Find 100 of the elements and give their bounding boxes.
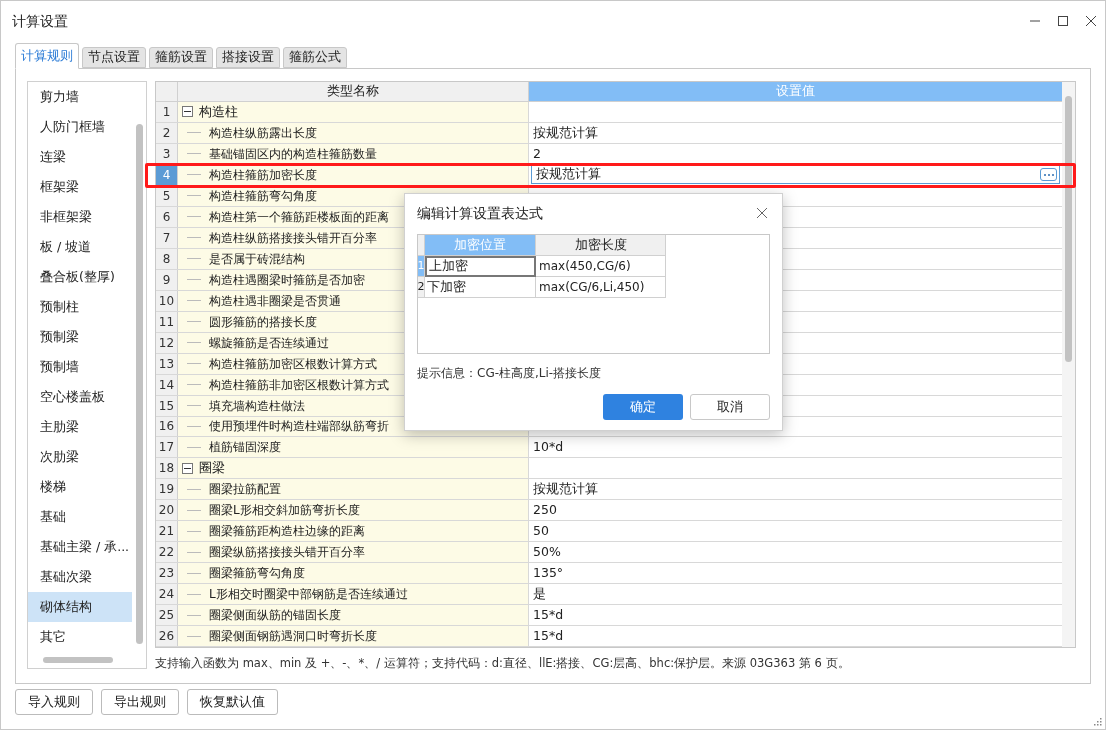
row-number: 20 [156, 500, 178, 521]
table-cell[interactable]: 上加密 [425, 256, 536, 277]
setting-name: 圈梁侧面钢筋遇洞口时弯折长度 [209, 628, 377, 646]
tab[interactable]: 搭接设置 [216, 47, 280, 68]
setting-value: 2 [532, 144, 541, 163]
sidebar-item[interactable]: 基础次梁 [28, 562, 132, 592]
setting-name: 圈梁L形相交斜加筋弯折长度 [209, 502, 360, 520]
tab[interactable]: 计算规则 [15, 43, 79, 69]
row-number: 3 [156, 143, 178, 164]
sidebar-item[interactable]: 其它 [28, 622, 132, 652]
table-cell[interactable]: 下加密 [425, 277, 536, 298]
setting-value: 按规范计算 [532, 480, 598, 498]
setting-value: 是 [532, 584, 546, 603]
collapse-icon[interactable] [182, 462, 193, 474]
action-button[interactable]: 导出规则 [101, 689, 179, 715]
sidebar-item[interactable]: 板 / 坡道 [28, 232, 132, 262]
tree-line [187, 635, 201, 637]
sidebar-item[interactable]: 连梁 [28, 142, 132, 172]
sidebar-item[interactable]: 基础 [28, 502, 132, 532]
tree-line [187, 216, 201, 218]
row-number: 1 [418, 256, 425, 277]
row-number: 13 [156, 353, 178, 374]
setting-name: 构造柱箍筋非加密区根数计算方式 [209, 376, 389, 394]
value-field[interactable]: 按规范计算 [531, 165, 1060, 185]
setting-value: 15*d [532, 626, 564, 645]
setting-name: 使用预埋件时构造柱端部纵筋弯折 [209, 418, 389, 436]
sidebar-item[interactable]: 空心楼盖板 [28, 382, 132, 412]
setting-name: 构造柱箍筋加密区根数计算方式 [209, 355, 377, 373]
sidebar-item[interactable]: 框架梁 [28, 172, 132, 202]
sidebar-item[interactable]: 主肋梁 [28, 412, 132, 442]
tree-line [187, 384, 201, 386]
setting-value: 250 [532, 501, 557, 519]
scrollbar[interactable] [43, 657, 113, 663]
setting-value: 10*d [532, 438, 564, 457]
setting-name: 构造柱纵筋露出长度 [209, 124, 317, 142]
dialog-button[interactable]: 确定 [603, 394, 683, 420]
maximize-icon[interactable] [1057, 15, 1069, 27]
tree-line [187, 593, 201, 595]
row-number: 2 [418, 277, 425, 298]
tree-line [187, 363, 201, 365]
tree-line [187, 530, 201, 532]
sidebar-item[interactable]: 预制墙 [28, 352, 132, 382]
setting-name: L形相交时圈梁中部钢筋是否连续通过 [209, 586, 408, 604]
setting-name: 植筋锚固深度 [209, 439, 281, 457]
setting-name: 螺旋箍筋是否连续通过 [209, 334, 329, 352]
setting-name: 构造柱第一个箍筋距楼板面的距离 [209, 208, 389, 226]
setting-name: 圈梁侧面纵筋的锚固长度 [209, 607, 341, 625]
sidebar-item[interactable]: 叠合板(整厚) [28, 262, 132, 292]
scrollbar[interactable] [136, 124, 143, 644]
more-icon[interactable] [1040, 168, 1057, 182]
setting-value: 15*d [532, 605, 564, 624]
sidebar-item[interactable]: 砌体结构 [28, 592, 132, 622]
setting-name: 基础锚固区内的构造柱箍筋数量 [209, 145, 377, 163]
group-name: 圈梁 [199, 459, 225, 478]
sidebar-item[interactable]: 剪力墙 [28, 82, 132, 112]
setting-value: 按规范计算 [532, 123, 598, 142]
scrollbar[interactable] [1065, 96, 1072, 362]
row-number: 22 [156, 542, 178, 563]
setting-value: 50% [532, 542, 561, 561]
close-icon[interactable] [756, 207, 768, 219]
window-title: 计算设置 [12, 11, 69, 31]
row-number: 19 [156, 479, 178, 500]
row-number: 2 [156, 122, 178, 143]
sidebar-item[interactable]: 楼梯 [28, 472, 132, 502]
sidebar-item[interactable]: 预制梁 [28, 322, 132, 352]
tab[interactable]: 箍筋公式 [283, 47, 347, 68]
tree-line [187, 509, 201, 511]
help-note: 支持输入函数为 max、min 及 +、-、*、/ 运算符；支持代码：d:直径、llE:搭接、CG:层高、bhc:保护层。来源 03G363 第 6 页。 [155, 655, 851, 672]
hint-text: 提示信息：CG-柱高度,Li-搭接长度 [417, 365, 603, 382]
setting-name: 圈梁箍筋距构造柱边缘的距离 [209, 523, 365, 541]
column-header[interactable]: 加密长度 [536, 235, 666, 256]
resize-grip-icon[interactable] [1093, 717, 1102, 726]
tab[interactable]: 节点设置 [82, 47, 146, 68]
setting-value: 50 [532, 521, 549, 540]
dialog-button[interactable]: 取消 [690, 394, 770, 420]
dialog-title: 编辑计算设置表达式 [417, 203, 544, 223]
tree-line [187, 342, 201, 344]
action-button[interactable]: 恢复默认值 [187, 689, 278, 715]
row-number: 6 [156, 206, 178, 227]
sidebar-item[interactable]: 基础主梁 / 承... [28, 532, 132, 562]
collapse-icon[interactable] [182, 106, 193, 118]
sidebar-item[interactable]: 预制柱 [28, 292, 132, 322]
action-button[interactable]: 导入规则 [15, 689, 93, 715]
row-number: 4 [156, 164, 178, 185]
tree-line [187, 488, 201, 490]
tree-line [187, 153, 201, 155]
setting-name: 构造柱箍筋加密长度 [209, 166, 317, 184]
sidebar-item[interactable]: 次肋梁 [28, 442, 132, 472]
row-number: 25 [156, 605, 178, 626]
setting-name: 构造柱遇非圈梁是否贯通 [209, 292, 341, 310]
tree-line [187, 258, 201, 260]
tree-line [187, 572, 201, 574]
table-cell[interactable]: max(450,CG/6) [536, 256, 666, 277]
sidebar-item[interactable]: 非框架梁 [28, 202, 132, 232]
close-icon[interactable] [1085, 15, 1097, 27]
tab[interactable]: 箍筋设置 [149, 47, 213, 68]
table-cell[interactable]: max(CG/6,Li,450) [536, 277, 666, 298]
column-header[interactable]: 类型名称 [178, 82, 529, 101]
sidebar-item[interactable]: 人防门框墙 [28, 112, 132, 142]
row-number: 12 [156, 332, 178, 353]
